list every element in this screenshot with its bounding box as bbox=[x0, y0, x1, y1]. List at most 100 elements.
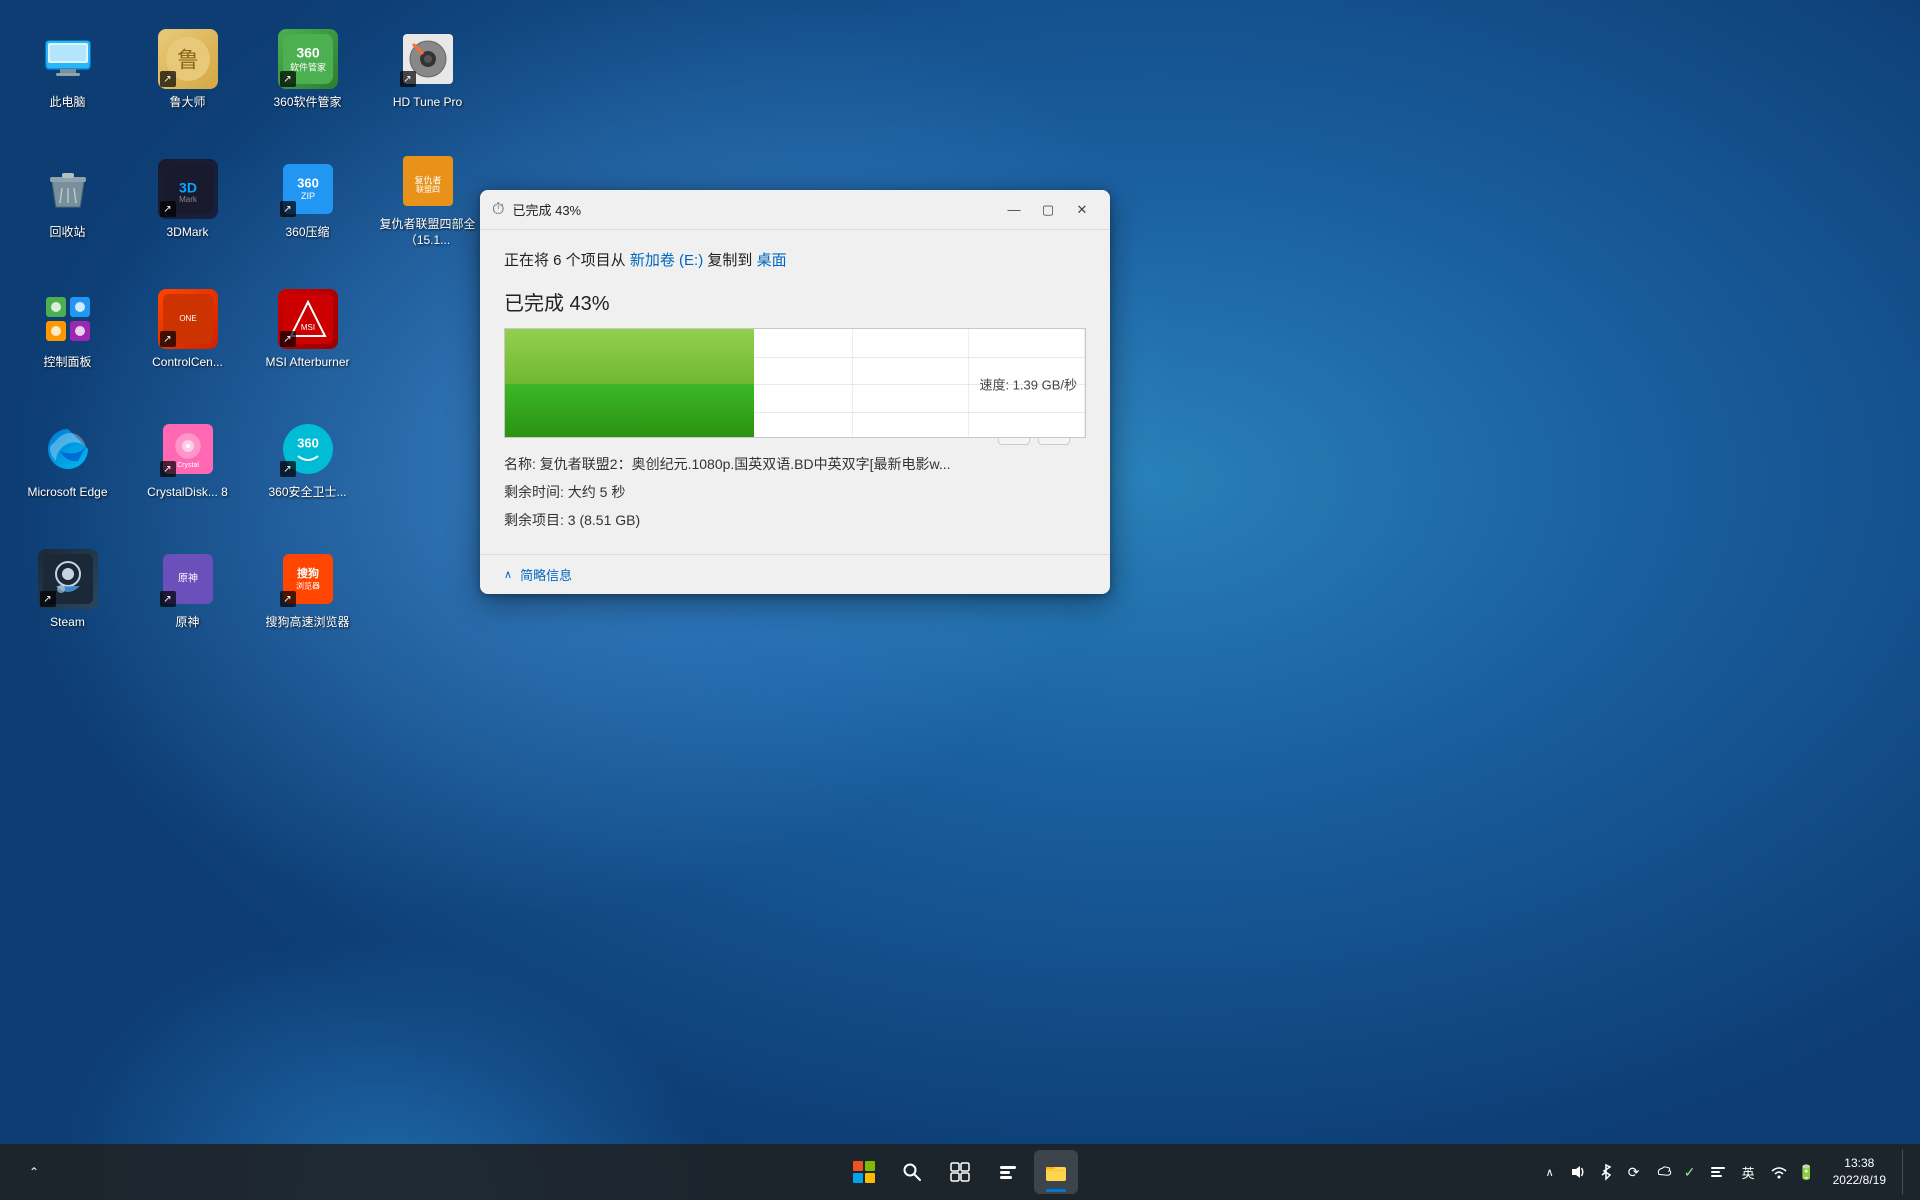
shortcut-arrow: ↗ bbox=[280, 331, 296, 347]
desktop-icon-label: 360软件管家 bbox=[273, 95, 341, 111]
desktop-icon-label: HD Tune Pro bbox=[393, 95, 462, 111]
desktop-icon-edge[interactable]: Microsoft Edge bbox=[10, 400, 125, 520]
svg-text:MSI: MSI bbox=[300, 323, 314, 332]
copy-source-link[interactable]: 新加卷 (E:) bbox=[630, 252, 703, 269]
desktop-icon-label: 原神 bbox=[175, 615, 199, 631]
file-explorer-button[interactable] bbox=[1034, 1150, 1078, 1194]
chart-upper-fill bbox=[505, 329, 754, 384]
desktop-icon-label: MSI Afterburner bbox=[265, 355, 349, 371]
task-view-button[interactable] bbox=[938, 1150, 982, 1194]
shortcut-arrow: ↗ bbox=[280, 71, 296, 87]
copy-header-text: 正在将 6 个项目从 bbox=[504, 252, 626, 269]
dialog-titlebar: ⏱ 已完成 43% — ▢ ✕ bbox=[480, 190, 1110, 230]
collapse-label: 简略信息 bbox=[520, 565, 572, 584]
search-button[interactable] bbox=[890, 1150, 934, 1194]
desktop-icon-label: 控制面板 bbox=[43, 355, 91, 371]
svg-text:360: 360 bbox=[297, 176, 319, 191]
desktop-icon-label: 鲁大师 bbox=[169, 95, 205, 111]
desktop-icon-lushidashi[interactable]: 鲁 ↗ 鲁大师 bbox=[130, 10, 245, 130]
desktop-icon-hdtune[interactable]: ↗ HD Tune Pro bbox=[370, 10, 485, 130]
desktop-icon-label: 搜狗高速浏览器 bbox=[265, 615, 349, 631]
desktop-icon-sougou[interactable]: 搜狗 浏览器 ↗ 搜狗高速浏览器 bbox=[250, 530, 365, 650]
dialog-body: 正在将 6 个项目从 新加卷 (E:) 复制到 桌面 已完成 43% ⏸ ✕ bbox=[480, 230, 1110, 554]
tray-battery[interactable]: 🔋 bbox=[1797, 1162, 1817, 1182]
svg-text:360: 360 bbox=[297, 436, 319, 451]
tray-unknown1[interactable]: ⟳ bbox=[1624, 1162, 1644, 1182]
tray-wifi[interactable] bbox=[1769, 1162, 1789, 1182]
file-name-value: 复仇者联盟2：奥创纪元.1080p.国英双语.BD中英双字[最新电影w... bbox=[540, 456, 951, 472]
file-name-row: 名称: 复仇者联盟2：奥创纪元.1080p.国英双语.BD中英双字[最新电影w.… bbox=[504, 450, 1086, 478]
clock-time: 13:38 bbox=[1844, 1155, 1874, 1172]
maximize-button[interactable]: ▢ bbox=[1032, 196, 1064, 224]
show-hidden-icons-button[interactable]: ⌃ bbox=[12, 1150, 56, 1194]
desktop-icon-label: Microsoft Edge bbox=[27, 485, 107, 501]
remaining-items-row: 剩余项目: 3 (8.51 GB) bbox=[504, 506, 1086, 534]
tray-show-hidden[interactable]: ∧ bbox=[1540, 1162, 1560, 1182]
copy-dialog: ⏱ 已完成 43% — ▢ ✕ 正在将 6 个项目从 新加卷 (E:) 复制到 … bbox=[480, 190, 1110, 594]
collapse-section[interactable]: ∧ 简略信息 bbox=[480, 554, 1110, 594]
language-indicator[interactable]: 英 bbox=[1736, 1161, 1761, 1184]
desktop-icon-label: 此电脑 bbox=[49, 95, 85, 111]
taskbar: ⌃ bbox=[0, 1144, 1920, 1200]
shortcut-arrow: ↗ bbox=[400, 71, 416, 87]
shortcut-arrow: ↗ bbox=[160, 201, 176, 217]
shortcut-arrow: ↗ bbox=[160, 331, 176, 347]
copy-dest-link[interactable]: 桌面 bbox=[757, 252, 787, 269]
close-button[interactable]: ✕ bbox=[1066, 196, 1098, 224]
svg-text:浏览器: 浏览器 bbox=[296, 581, 320, 591]
remaining-time-value: 大约 5 秒 bbox=[568, 484, 626, 500]
copy-header: 正在将 6 个项目从 新加卷 (E:) 复制到 桌面 bbox=[504, 250, 1086, 271]
svg-text:Crystal: Crystal bbox=[177, 462, 199, 469]
progress-title: 已完成 43% bbox=[504, 287, 1086, 316]
desktop-icon-controlcenter[interactable]: ONE ↗ ControlCen... bbox=[130, 270, 245, 390]
svg-text:复仇者: 复仇者 bbox=[414, 175, 441, 186]
svg-text:360: 360 bbox=[296, 45, 320, 61]
svg-text:ZIP: ZIP bbox=[300, 191, 314, 201]
desktop-icon-steam[interactable]: ↗ Steam bbox=[10, 530, 125, 650]
shortcut-arrow: ↗ bbox=[160, 591, 176, 607]
desktop-icon-label: 360安全卫士... bbox=[268, 485, 346, 501]
desktop-icon-avengers[interactable]: 复仇者 联盟四 复仇者联盟四部全（15.1... bbox=[370, 140, 485, 260]
show-desktop-button[interactable] bbox=[1902, 1150, 1908, 1194]
desktop-icon-crystaldisk[interactable]: Crystal ↗ CrystalDisk... 8 bbox=[130, 400, 245, 520]
desktop-icon-label: CrystalDisk... 8 bbox=[147, 485, 228, 501]
progress-chart-container: 速度: 1.39 GB/秒 bbox=[504, 328, 1086, 438]
copy-info: 名称: 复仇者联盟2：奥创纪元.1080p.国英双语.BD中英双字[最新电影w.… bbox=[504, 450, 1086, 534]
desktop-icon-msi[interactable]: MSI ↗ MSI Afterburner bbox=[250, 270, 365, 390]
desktop-icon-360guard[interactable]: 360 ↗ 360安全卫士... bbox=[250, 400, 365, 520]
svg-text:联盟四: 联盟四 bbox=[416, 186, 440, 195]
tray-action-center[interactable] bbox=[1708, 1162, 1728, 1182]
shortcut-arrow: ↗ bbox=[160, 71, 176, 87]
desktop-icon-recycle[interactable]: 回收站 bbox=[10, 140, 125, 260]
taskbar-left: ⌃ bbox=[12, 1150, 56, 1194]
shortcut-arrow: ↗ bbox=[280, 591, 296, 607]
tray-bluetooth[interactable] bbox=[1596, 1162, 1616, 1182]
desktop-icon-yuanshen[interactable]: 原神 ↗ 原神 bbox=[130, 530, 245, 650]
tray-volume[interactable] bbox=[1568, 1162, 1588, 1182]
remaining-time-label: 剩余时间: bbox=[504, 484, 564, 500]
widgets-button[interactable] bbox=[986, 1150, 1030, 1194]
desktop-icon-label: 360压缩 bbox=[285, 225, 329, 241]
shortcut-arrow: ↗ bbox=[280, 201, 296, 217]
minimize-button[interactable]: — bbox=[998, 196, 1030, 224]
start-button[interactable] bbox=[842, 1150, 886, 1194]
desktop-icon-3dmark[interactable]: 3D Mark ↗ 3DMark bbox=[130, 140, 245, 260]
desktop-icon-360zip[interactable]: 360 ZIP ↗ 360压缩 bbox=[250, 140, 365, 260]
desktop: 此电脑 鲁 ↗ 鲁大师 360 软件管家 ↗ 360软件管家 bbox=[0, 0, 1920, 1200]
chart-lower-fill bbox=[505, 384, 754, 438]
shortcut-arrow: ↗ bbox=[160, 461, 176, 477]
dialog-title: 已完成 43% bbox=[512, 200, 998, 219]
speed-label: 速度: 1.39 GB/秒 bbox=[979, 375, 1077, 394]
svg-text:3D: 3D bbox=[179, 180, 197, 196]
desktop-icon-label: 3DMark bbox=[166, 225, 208, 241]
clock[interactable]: 13:38 2022/8/19 bbox=[1825, 1155, 1894, 1189]
desktop-icon-360mgr[interactable]: 360 软件管家 ↗ 360软件管家 bbox=[250, 10, 365, 130]
tray-onedrive[interactable] bbox=[1652, 1162, 1672, 1182]
shortcut-arrow: ↗ bbox=[280, 461, 296, 477]
collapse-arrow-icon: ∧ bbox=[504, 568, 512, 581]
desktop-icon-controlpanel[interactable]: 控制面板 bbox=[10, 270, 125, 390]
remaining-items-value: 3 (8.51 GB) bbox=[568, 512, 640, 528]
dialog-controls: — ▢ ✕ bbox=[998, 196, 1098, 224]
tray-security[interactable]: ✓ bbox=[1680, 1162, 1700, 1182]
desktop-icon-this-pc[interactable]: 此电脑 bbox=[10, 10, 125, 130]
